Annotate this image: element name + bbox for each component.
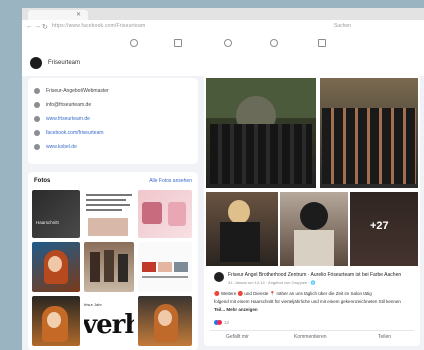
photos-title: Fotos <box>34 178 51 184</box>
back-icon[interactable]: ← <box>26 23 33 30</box>
intro-row: Friseur-Angebot/Webmaster <box>34 86 109 96</box>
intro-row-link[interactable]: facebook.com/friseurteam <box>46 130 104 136</box>
close-tab-icon[interactable]: ✕ <box>76 11 81 18</box>
intro-row[interactable]: facebook.com/friseurteam <box>34 128 104 138</box>
post-photo[interactable] <box>280 192 348 266</box>
page-header: Friseurteam <box>22 52 424 76</box>
photo-tile[interactable] <box>138 296 192 346</box>
photo-caption: Haarschnitt <box>36 220 59 225</box>
globe-icon <box>34 144 40 150</box>
link-icon <box>34 116 40 122</box>
post-photo-main[interactable] <box>206 78 316 188</box>
reload-icon[interactable]: ↻ <box>42 23 48 31</box>
photos-card: Fotos Alle Fotos ansehen Haarschnitt fri… <box>28 172 198 350</box>
photo-tile[interactable] <box>138 190 192 238</box>
more-photos-count: +27 <box>370 220 389 232</box>
feed-post: +27 Friseur Angel Brotherhood Zentrum · … <box>204 74 420 346</box>
intro-card: Friseur-Angebot/Webmaster info@friseurte… <box>28 78 198 164</box>
photo-tile[interactable]: Haarschnitt <box>32 190 80 238</box>
facebook-top-nav <box>22 34 424 53</box>
photo-tile[interactable] <box>32 296 80 346</box>
post-text-line: 🔴 Weitere 🔴 und Dienste 📍 näher an uns t… <box>214 291 372 296</box>
home-icon[interactable] <box>130 39 138 47</box>
see-all-photos-link[interactable]: Alle Fotos ansehen <box>149 178 192 184</box>
page-avatar[interactable] <box>30 57 42 69</box>
tab-bar: ✕ <box>22 8 424 20</box>
photo-tile[interactable] <box>84 242 134 292</box>
intro-row-link[interactable]: www.kobel.de <box>46 144 77 150</box>
mail-icon <box>34 102 40 108</box>
like-button[interactable]: Gefällt mir <box>226 334 249 340</box>
comment-button[interactable]: Kommentieren <box>294 334 327 340</box>
post-photo[interactable] <box>320 78 418 188</box>
post-author-avatar[interactable] <box>214 272 224 282</box>
post-author[interactable]: Friseur Angel Brotherhood Zentrum · Aure… <box>228 272 401 278</box>
facebook-icon <box>34 130 40 136</box>
intro-row-link[interactable]: www.friseurteam.de <box>46 116 90 122</box>
photo-tile[interactable]: frisur Jahr verhe/ <box>84 296 134 346</box>
see-more-link[interactable]: Teil... Mehr anzeigen <box>214 307 258 312</box>
post-photo[interactable] <box>206 192 278 266</box>
post-text-line: folgend mit einem Haarschnitt für vierte… <box>214 299 401 304</box>
video-icon[interactable] <box>174 39 182 47</box>
reaction-icons[interactable] <box>214 320 224 325</box>
love-reaction-icon <box>217 320 222 325</box>
photo-tile[interactable] <box>32 242 80 292</box>
photo-caption: verhe/ <box>84 310 134 340</box>
photo-tile[interactable] <box>84 190 134 238</box>
groups-icon[interactable] <box>270 39 278 47</box>
url-field[interactable]: https://www.facebook.com/Friseurteam <box>52 23 145 29</box>
photo-caption: frisur Jahr <box>84 302 102 307</box>
intro-row-text: Friseur-Angebot/Webmaster <box>46 88 109 94</box>
browser-search-field[interactable]: Suchen <box>334 23 351 29</box>
photo-tile[interactable] <box>138 242 192 292</box>
marketplace-icon[interactable] <box>224 39 232 47</box>
browser-window: ✕ ← → ↻ https://www.facebook.com/Friseur… <box>22 8 424 350</box>
reaction-count[interactable]: 12 <box>224 320 229 325</box>
page-name[interactable]: Friseurteam <box>48 60 80 66</box>
post-actions: Gefällt mir Kommentieren Teilen <box>210 330 414 343</box>
info-icon <box>34 88 40 94</box>
intro-row: info@friseurteam.de <box>34 100 91 110</box>
browser-tab[interactable]: ✕ <box>28 10 88 20</box>
intro-row[interactable]: www.friseurteam.de <box>34 114 90 124</box>
intro-row[interactable]: www.kobel.de <box>34 142 77 152</box>
address-bar: ← → ↻ https://www.facebook.com/Friseurte… <box>22 20 424 35</box>
gaming-icon[interactable] <box>318 39 326 47</box>
intro-row-text: info@friseurteam.de <box>46 102 92 108</box>
share-button[interactable]: Teilen <box>378 334 391 340</box>
post-photo-more[interactable]: +27 <box>350 192 418 266</box>
forward-icon[interactable]: → <box>34 23 41 30</box>
post-meta: 31. Januar um 12:14 · Angebot von Gruppe… <box>228 280 316 285</box>
